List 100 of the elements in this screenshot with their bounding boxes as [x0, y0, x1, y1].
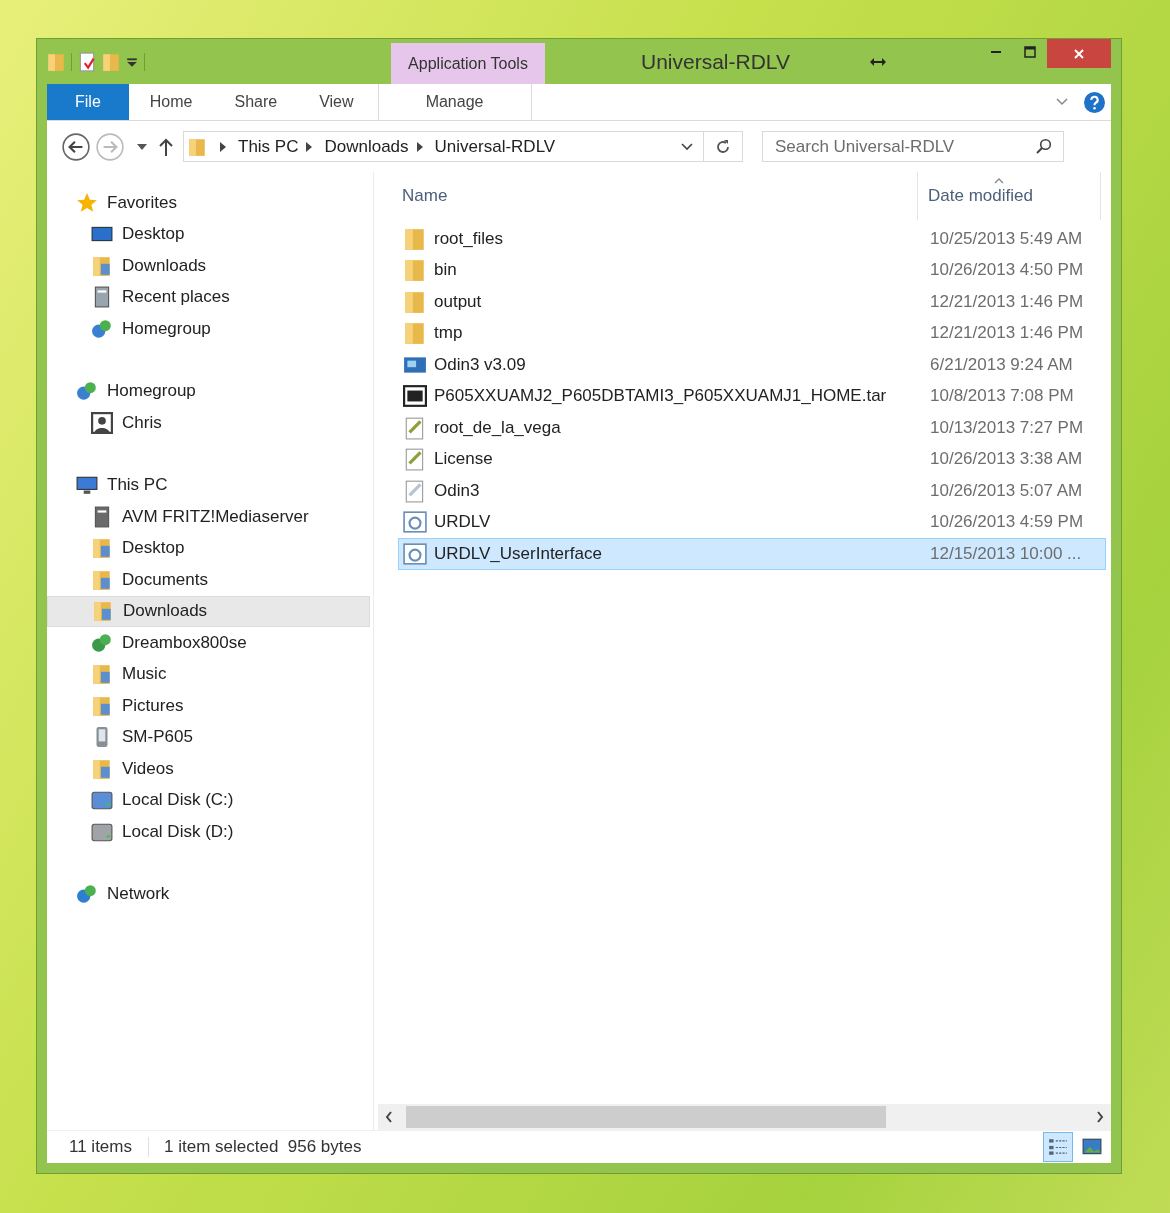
navigation-item[interactable]: AVM FRITZ!Mediaserver	[47, 501, 370, 533]
file-name: tmp	[434, 323, 463, 344]
chevron-icon[interactable]	[306, 141, 313, 152]
date-modified: 10/26/2013 4:59 PM	[930, 512, 1084, 533]
navigation-item[interactable]: Documents	[47, 564, 370, 596]
navigation-item[interactable]: Desktop	[47, 218, 370, 250]
folder-icon	[403, 289, 427, 314]
breadcrumb-item[interactable]: Universal-RDLV	[434, 136, 556, 157]
date-modified: 10/25/2013 5:49 AM	[930, 228, 1083, 249]
search-field[interactable]: Search Universal-RDLV	[762, 131, 1064, 162]
dropdown-icon[interactable]	[126, 55, 138, 68]
back-button[interactable]	[61, 131, 91, 162]
ribbon-tab[interactable]: File	[47, 84, 129, 120]
navigation-item[interactable]: Desktop	[47, 532, 370, 564]
window-gear-icon	[403, 541, 427, 566]
file-row[interactable]: URDLV 10/26/2013 4:59 PM	[398, 506, 1106, 538]
close-button[interactable]	[1047, 39, 1111, 68]
computer-icon	[76, 474, 98, 497]
navigation-item[interactable]: Videos	[47, 753, 370, 785]
item-count: 11 items	[47, 1137, 149, 1157]
recent-locations-icon[interactable]	[137, 143, 147, 150]
up-arrow-icon[interactable]	[159, 137, 173, 156]
folder-icon	[91, 757, 113, 780]
scroll-thumb[interactable]	[406, 1106, 886, 1128]
window-title: Universal-RDLV	[641, 49, 790, 74]
expand-ribbon-icon[interactable]	[1056, 98, 1068, 106]
star-icon	[76, 191, 98, 214]
navigation-item[interactable]: Recent places	[47, 281, 370, 313]
navigation-item[interactable]: This PC	[47, 469, 370, 501]
chevron-icon[interactable]	[220, 141, 226, 152]
date-modified: 12/21/2013 1:46 PM	[930, 291, 1084, 312]
breadcrumb-item[interactable]: Downloads	[324, 136, 409, 157]
file-row[interactable]: P605XXUAMJ2_P605DBTAMI3_P605XXUAMJ1_HOME.tar 10/8/2013 7:08 PM	[398, 380, 1106, 412]
search-icon	[1036, 138, 1052, 154]
properties-icon[interactable]	[78, 51, 96, 72]
close-icon	[1073, 47, 1085, 60]
date-modified: 10/26/2013 3:38 AM	[930, 449, 1083, 470]
navigation-item[interactable]: Homegroup	[47, 313, 370, 345]
address-bar[interactable]: This PC Downloads Universal-RDLV	[183, 131, 743, 162]
date-modified: 12/21/2013 1:46 PM	[930, 323, 1084, 344]
file-name: URDLV	[434, 512, 491, 533]
navigation-item[interactable]: Downloads	[47, 595, 370, 627]
file-row[interactable]: Odin3 10/26/2013 5:07 AM	[398, 475, 1106, 507]
file-name: bin	[434, 260, 457, 281]
navigation-item[interactable]: Dreambox800se	[47, 627, 370, 659]
date-modified: 10/8/2013 7:08 PM	[930, 386, 1074, 407]
navigation-item[interactable]: Music	[47, 658, 370, 690]
date-modified: 10/26/2013 4:50 PM	[930, 260, 1084, 281]
navigation-item[interactable]: Chris	[47, 407, 370, 439]
folder-icon	[91, 537, 113, 560]
file-name: output	[434, 291, 482, 312]
ribbon-tab[interactable]: Manage	[377, 84, 532, 120]
navigation-item[interactable]: Downloads	[47, 250, 370, 282]
file-row[interactable]: bin 10/26/2013 4:50 PM	[398, 254, 1106, 286]
refresh-icon[interactable]	[715, 138, 731, 155]
details-view-icon	[1048, 1137, 1068, 1157]
folder-icon	[188, 136, 206, 157]
thumbnails-view-icon	[1082, 1137, 1102, 1157]
breadcrumb-item[interactable]: This PC	[238, 136, 299, 157]
file-row[interactable]: root_de_la_vega 10/13/2013 7:27 PM	[398, 412, 1106, 444]
drive-icon	[91, 789, 113, 812]
navigation-item[interactable]: Pictures	[47, 690, 370, 722]
file-row[interactable]: URDLV_UserInterface 12/15/2013 10:00 ...	[398, 538, 1106, 570]
column-label: Date modified	[928, 186, 1033, 206]
navigation-item[interactable]: Network	[47, 878, 370, 910]
folder-icon	[91, 694, 113, 717]
scroll-right-icon[interactable]	[1095, 1111, 1105, 1123]
context-tab-group: Application Tools	[391, 43, 545, 84]
file-row[interactable]: Odin3 v3.09 6/21/2013 9:24 AM	[398, 349, 1106, 381]
dropdown-icon[interactable]	[681, 142, 693, 151]
scroll-left-icon[interactable]	[384, 1111, 394, 1123]
folder-icon	[91, 663, 113, 686]
person-icon	[91, 411, 113, 434]
column-header[interactable]: Date modified	[918, 172, 1101, 220]
file-name: URDLV_UserInterface	[434, 543, 602, 564]
navigation-item[interactable]: Local Disk (D:)	[47, 816, 370, 848]
navigation-item[interactable]: Favorites	[47, 187, 370, 219]
column-label: Name	[402, 186, 448, 206]
file-row[interactable]: root_files 10/25/2013 5:49 AM	[398, 223, 1106, 255]
file-row[interactable]: tmp 12/21/2013 1:46 PM	[398, 317, 1106, 349]
date-modified: 12/15/2013 10:00 ...	[930, 543, 1082, 564]
navigation-item[interactable]: Local Disk (C:)	[47, 784, 370, 816]
navigation-item[interactable]: SM-P605	[47, 721, 370, 753]
folder-icon	[91, 568, 113, 591]
file-name: Odin3 v3.09	[434, 354, 526, 375]
sort-ascending-icon	[994, 178, 1004, 184]
maximize-icon	[1024, 46, 1036, 58]
file-row[interactable]: output 12/21/2013 1:46 PM	[398, 286, 1106, 318]
help-icon[interactable]	[1084, 91, 1105, 113]
folder-icon	[91, 254, 113, 277]
window-gear-icon	[403, 510, 427, 535]
file-name: root_de_la_vega	[434, 417, 561, 438]
file-row[interactable]: License 10/26/2013 3:38 AM	[398, 443, 1106, 475]
chevron-icon[interactable]	[416, 141, 423, 152]
navigation-item[interactable]: Homegroup	[47, 375, 370, 407]
folder-icon	[403, 258, 427, 283]
file-name: Odin3	[434, 480, 480, 501]
horizontal-scrollbar[interactable]	[378, 1104, 1111, 1130]
details-view-button[interactable]	[1043, 1132, 1073, 1162]
column-header[interactable]: Name	[398, 172, 918, 220]
